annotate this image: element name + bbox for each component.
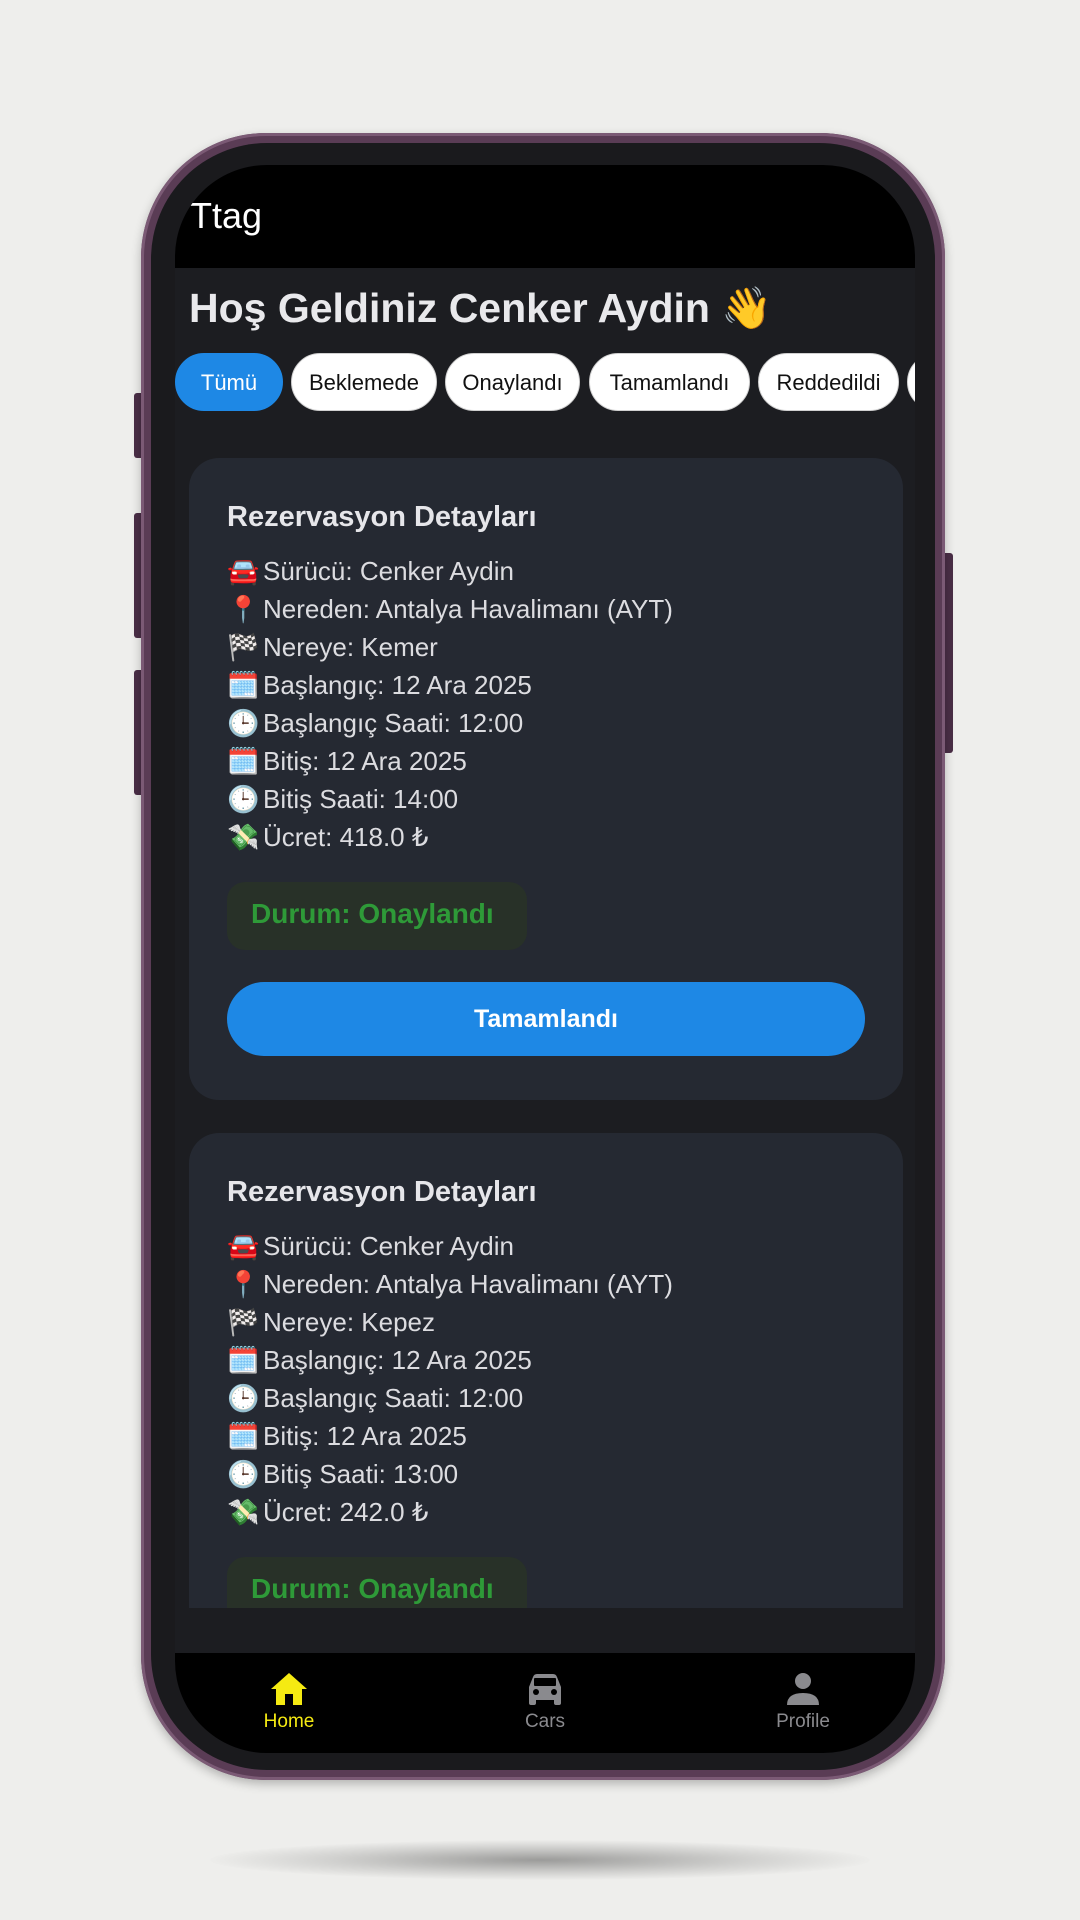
start-time-text: Başlangıç Saati: 12:00 <box>263 708 524 738</box>
fee-text: Ücret: 242.0 ₺ <box>263 1497 429 1527</box>
driver-text: Sürücü: Cenker Aydin <box>263 1231 514 1261</box>
flag-icon: 🏁 <box>227 1307 260 1337</box>
end-time-line: 🕒 Bitiş Saati: 13:00 <box>227 1457 458 1491</box>
end-time-text: Bitiş Saati: 14:00 <box>263 784 459 814</box>
card-title: Rezervasyon Detayları <box>227 1176 537 1208</box>
start-time-line: 🕒 Başlangıç Saati: 12:00 <box>227 1381 523 1415</box>
end-date-text: Bitiş: 12 Ara 2025 <box>263 1421 467 1451</box>
clock-icon: 🕒 <box>227 708 260 738</box>
nav-profile-label: Profile <box>776 1711 830 1732</box>
end-time-text: Bitiş Saati: 13:00 <box>263 1459 459 1489</box>
car-icon: 🚘 <box>227 556 260 586</box>
reservation-card: Rezervasyon Detayları 🚘 Sürücü: Cenker Ay… <box>189 1133 903 1608</box>
complete-button[interactable]: Tamamlandı <box>227 982 865 1056</box>
driver-text: Sürücü: Cenker Aydin <box>263 556 514 586</box>
app-bar: Ttag <box>175 165 915 268</box>
end-time-line: 🕒 Bitiş Saati: 14:00 <box>227 782 458 816</box>
app-screen: Ttag Hoş Geldiniz Cenker Aydin 👋 Tümü Be… <box>175 165 915 1753</box>
device-shadow <box>210 1840 870 1880</box>
welcome-heading: Hoş Geldiniz Cenker Aydin 👋 <box>189 285 773 331</box>
home-icon <box>271 1673 307 1705</box>
nav-profile[interactable]: Profile <box>733 1663 873 1733</box>
filter-chip-tamamlandi[interactable]: Tamamlandı <box>589 353 750 411</box>
from-line: 📍 Nereden: Antalya Havalimanı (AYT) <box>227 592 673 626</box>
filter-chip-bar: Tümü Beklemede Onaylandı Tamamlandı Redd… <box>175 353 915 413</box>
fee-line: 💸 Ücret: 242.0 ₺ <box>227 1495 428 1529</box>
to-text: Nereye: Kemer <box>263 632 438 662</box>
clock-icon: 🕒 <box>227 1459 260 1489</box>
status-text: Durum: Onaylandı <box>251 898 494 929</box>
start-time-text: Başlangıç Saati: 12:00 <box>263 1383 524 1413</box>
driver-line: 🚘 Sürücü: Cenker Aydin <box>227 554 514 588</box>
car-icon: 🚘 <box>227 1231 260 1261</box>
end-date-line: 🗓️ Bitiş: 12 Ara 2025 <box>227 1419 467 1453</box>
start-date-line: 🗓️ Başlangıç: 12 Ara 2025 <box>227 668 532 702</box>
card-title: Rezervasyon Detayları <box>227 501 537 533</box>
status-badge: Durum: Onaylandı <box>227 882 527 950</box>
money-icon: 💸 <box>227 1497 260 1527</box>
calendar-icon: 🗓️ <box>227 1421 260 1451</box>
end-date-text: Bitiş: 12 Ara 2025 <box>263 746 467 776</box>
filter-chip-onaylandi[interactable]: Onaylandı <box>445 353 580 411</box>
filter-chip-overflow[interactable] <box>907 353 915 411</box>
from-text: Nereden: Antalya Havalimanı (AYT) <box>263 594 673 624</box>
start-date-text: Başlangıç: 12 Ara 2025 <box>263 670 532 700</box>
nav-cars-label: Cars <box>524 1711 566 1732</box>
nav-cars[interactable]: Cars <box>475 1663 615 1733</box>
flag-icon: 🏁 <box>227 632 260 662</box>
calendar-icon: 🗓️ <box>227 1345 260 1375</box>
to-line: 🏁 Nereye: Kemer <box>227 630 438 664</box>
from-line: 📍 Nereden: Antalya Havalimanı (AYT) <box>227 1267 673 1301</box>
fee-text: Ücret: 418.0 ₺ <box>263 822 429 852</box>
to-line: 🏁 Nereye: Kepez <box>227 1305 435 1339</box>
car-icon <box>529 1674 561 1705</box>
profile-icon <box>787 1673 819 1705</box>
start-date-text: Başlangıç: 12 Ara 2025 <box>263 1345 532 1375</box>
driver-line: 🚘 Sürücü: Cenker Aydin <box>227 1229 514 1263</box>
clock-icon: 🕒 <box>227 784 260 814</box>
start-time-line: 🕒 Başlangıç Saati: 12:00 <box>227 706 523 740</box>
money-icon: 💸 <box>227 822 260 852</box>
start-date-line: 🗓️ Başlangıç: 12 Ara 2025 <box>227 1343 532 1377</box>
status-text: Durum: Onaylandı <box>251 1573 494 1604</box>
calendar-icon: 🗓️ <box>227 670 260 700</box>
calendar-icon: 🗓️ <box>227 746 260 776</box>
nav-home[interactable]: Home <box>219 1663 359 1733</box>
fee-line: 💸 Ücret: 418.0 ₺ <box>227 820 428 854</box>
to-text: Nereye: Kepez <box>263 1307 435 1337</box>
pin-icon: 📍 <box>227 594 260 624</box>
from-text: Nereden: Antalya Havalimanı (AYT) <box>263 1269 673 1299</box>
bottom-navigation: Home Cars Profile <box>175 1653 915 1753</box>
end-date-line: 🗓️ Bitiş: 12 Ara 2025 <box>227 744 467 778</box>
app-title: Ttag <box>190 195 263 236</box>
status-badge: Durum: Onaylandı <box>227 1557 527 1608</box>
scroll-content[interactable]: Ttag Hoş Geldiniz Cenker Aydin 👋 Tümü Be… <box>175 165 915 1608</box>
filter-chip-tumu[interactable]: Tümü <box>175 353 283 411</box>
reservation-card: Rezervasyon Detayları 🚘 Sürücü: Cenker Ay… <box>189 458 903 1100</box>
pin-icon: 📍 <box>227 1269 260 1299</box>
filter-chip-reddedildi[interactable]: Reddedildi <box>758 353 899 411</box>
filter-chip-beklemede[interactable]: Beklemede <box>291 353 437 411</box>
clock-icon: 🕒 <box>227 1383 260 1413</box>
nav-home-label: Home <box>263 1711 315 1732</box>
content-bottom-strip <box>175 1608 915 1653</box>
